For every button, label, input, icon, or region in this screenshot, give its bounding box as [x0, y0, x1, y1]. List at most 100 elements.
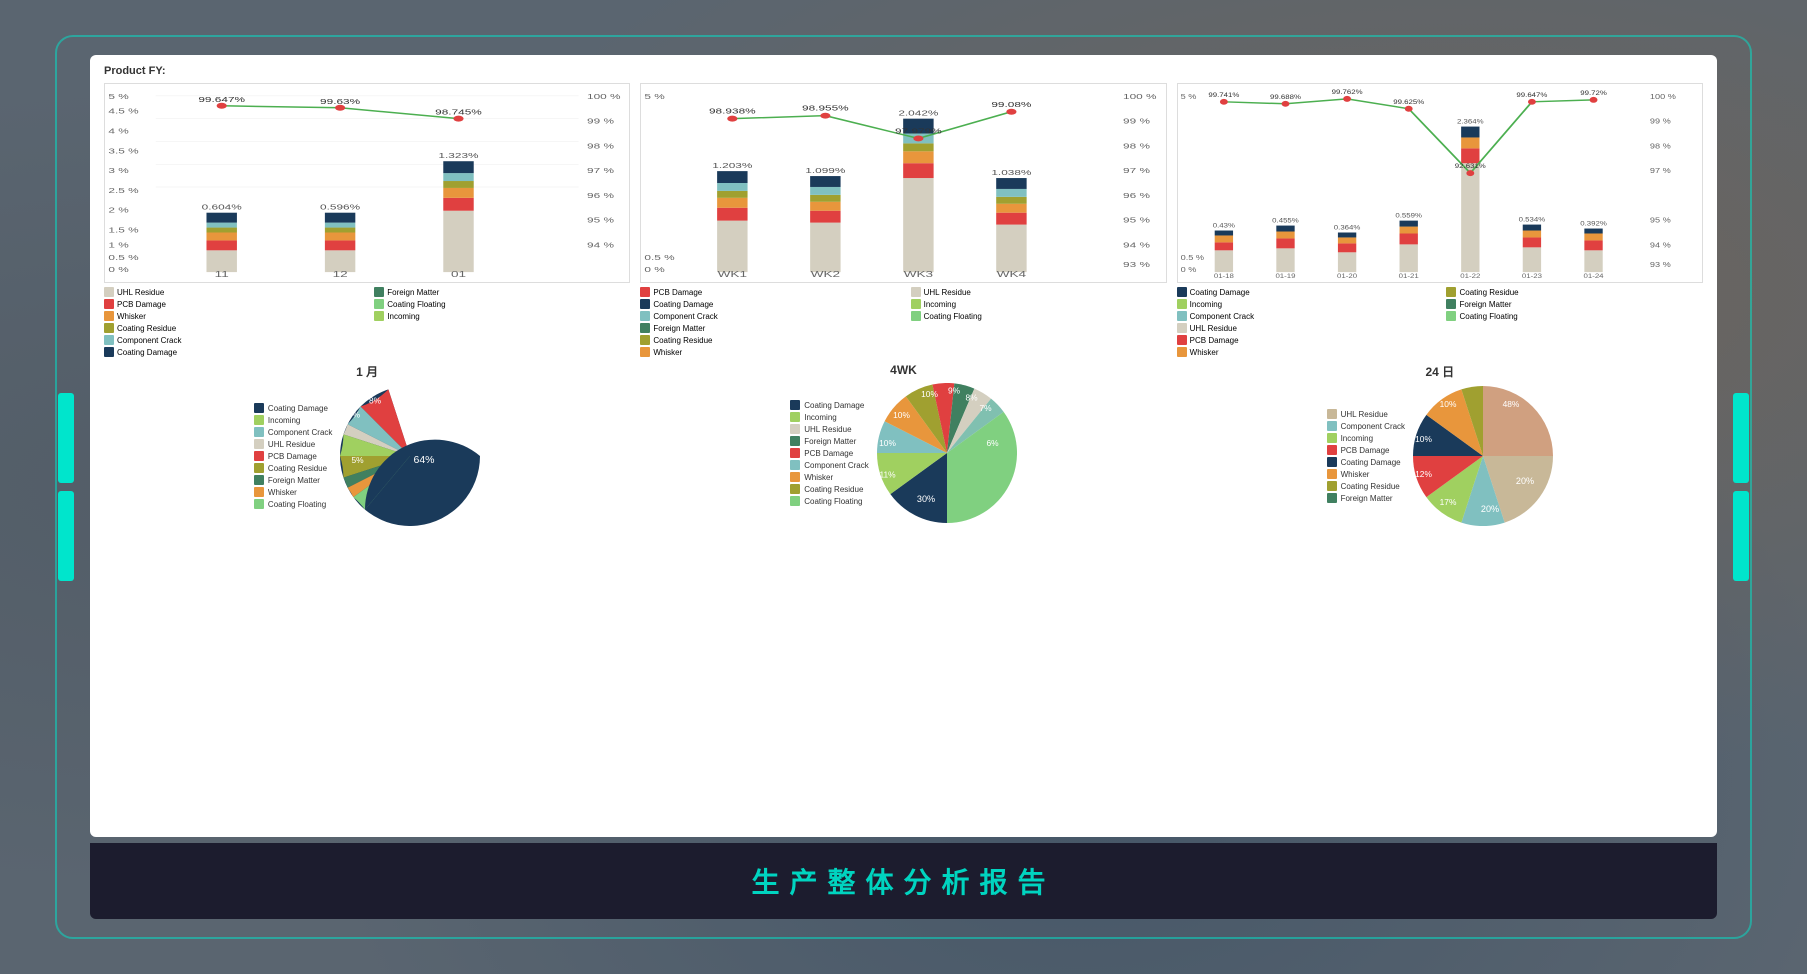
svg-text:1.203%: 1.203%	[713, 162, 754, 170]
legend-incoming-weekly: Incoming	[911, 299, 1167, 309]
svg-text:10%: 10%	[879, 438, 896, 448]
legend-color	[911, 311, 921, 321]
legend-label: Coating Damage	[117, 348, 177, 357]
legend-color	[1446, 311, 1456, 321]
svg-text:98 %: 98 %	[1650, 142, 1671, 150]
pie-legend-label: UHL Residue	[268, 440, 315, 449]
svg-text:2.5 %: 2.5 %	[108, 187, 139, 195]
svg-text:20%: 20%	[1481, 504, 1499, 514]
weekly-pie-chart: 30% 11% 10% 10% 10% 9% 8% 7% 6%	[877, 383, 1017, 523]
pie-legend-item: Incoming	[1327, 433, 1405, 443]
legend-label: Coating Floating	[387, 300, 445, 309]
pie-legend-color	[790, 412, 800, 422]
bottom-banner-text: 生产整体分析报告	[751, 867, 1055, 898]
legend-coating-residue-monthly: Coating Residue	[104, 323, 366, 333]
svg-text:99 %: 99 %	[587, 118, 614, 126]
pie-legend-color	[1327, 421, 1337, 431]
legend-label: PCB Damage	[1190, 336, 1239, 345]
svg-text:1 %: 1 %	[108, 242, 129, 250]
legend-color	[1446, 287, 1456, 297]
pie-legend-color	[254, 403, 264, 413]
legend-coating-damage-monthly: Coating Damage	[104, 347, 366, 357]
svg-text:95 %: 95 %	[1123, 217, 1150, 225]
legend-component-crack-daily: Component Crack	[1177, 311, 1439, 321]
svg-text:3.5 %: 3.5 %	[108, 148, 139, 156]
pie-legend-item: Whisker	[790, 472, 868, 482]
page-root: Product FY: 5 % 4.5 % 4 % 3.5 % 3 % 2.5 …	[0, 0, 1807, 974]
svg-text:1.5 %: 1.5 %	[108, 227, 139, 235]
svg-text:1.099%: 1.099%	[806, 167, 847, 175]
svg-text:10%: 10%	[921, 389, 938, 399]
pie-legend-label: Component Crack	[268, 428, 332, 437]
svg-text:11: 11	[215, 271, 229, 280]
pie-legend-item: UHL Residue	[790, 424, 868, 434]
pie-legend-color	[790, 448, 800, 458]
daily-pie-title: 24 日	[1425, 363, 1454, 380]
pie-legend-item: PCB Damage	[790, 448, 868, 458]
pie-legend-color	[1327, 433, 1337, 443]
svg-text:9%: 9%	[948, 386, 961, 396]
legend-color	[1177, 287, 1187, 297]
svg-text:4.5 %: 4.5 %	[108, 108, 139, 116]
pie-legend-item: Component Crack	[254, 427, 332, 437]
pie-legend-color	[1327, 481, 1337, 491]
legend-incoming-monthly: Incoming	[374, 311, 630, 321]
pie-legend-color	[1327, 457, 1337, 467]
legend-label: Coating Damage	[653, 300, 713, 309]
svg-text:99.647%: 99.647%	[198, 96, 245, 104]
pie-legend-color	[254, 463, 264, 473]
legend-coating-residue-daily: Coating Residue	[1446, 287, 1703, 297]
pie-legend-label: Foreign Matter	[804, 437, 856, 446]
legend-label: Whisker	[117, 312, 146, 321]
legend-label: UHL Residue	[1190, 324, 1237, 333]
svg-text:0.559%: 0.559%	[1395, 213, 1422, 219]
pie-legend-color	[790, 460, 800, 470]
monthly-pie-chart: 64% 8% 7% 5%	[340, 386, 480, 526]
legend-uhl-residue-monthly: UHL Residue	[104, 287, 366, 297]
svg-text:99.688%: 99.688%	[1270, 95, 1301, 101]
pie-legend-label: PCB Damage	[268, 452, 317, 461]
svg-text:01-20: 01-20	[1337, 274, 1357, 280]
pie-legend-label: Coating Residue	[1341, 482, 1400, 491]
pie-legend-label: Coating Damage	[1341, 458, 1401, 467]
bottom-banner: 生产整体分析报告	[90, 843, 1717, 919]
svg-text:0.455%: 0.455%	[1272, 218, 1299, 224]
legend-color	[104, 299, 114, 309]
svg-text:7%: 7%	[348, 410, 361, 420]
weekly-chart: 5 % 0.5 % 0 % 100 % 99 % 98 % 97 % 96 % …	[640, 83, 1166, 283]
pie-legend-item: PCB Damage	[1327, 445, 1405, 455]
pie-legend-item: Coating Floating	[254, 499, 332, 509]
pie-legend-item: Whisker	[254, 487, 332, 497]
legend-coating-floating-weekly: Coating Floating	[911, 311, 1167, 321]
svg-text:97 %: 97 %	[1650, 167, 1671, 175]
pie-legend-color	[1327, 493, 1337, 503]
legend-color	[104, 311, 114, 321]
legend-uhl-residue-weekly: UHL Residue	[911, 287, 1167, 297]
legend-coating-damage-daily: Coating Damage	[1177, 287, 1439, 297]
svg-text:20%: 20%	[1516, 476, 1534, 486]
svg-text:0.604%: 0.604%	[202, 204, 243, 212]
svg-text:WK3: WK3	[904, 271, 933, 280]
pie-legend-label: PCB Damage	[804, 449, 853, 458]
legend-coating-residue-weekly: Coating Residue	[640, 335, 902, 345]
pie-legend-item: Foreign Matter	[254, 475, 332, 485]
legend-label: Component Crack	[117, 336, 181, 345]
svg-text:94 %: 94 %	[1650, 241, 1671, 249]
pie-legend-color	[254, 427, 264, 437]
pie-legend-label: Coating Residue	[268, 464, 327, 473]
pie-legend-label: Component Crack	[804, 461, 868, 470]
monthly-chart: 5 % 4.5 % 4 % 3.5 % 3 % 2.5 % 2 % 1.5 % …	[104, 83, 630, 283]
pie-legend-color	[254, 451, 264, 461]
legend-component-crack-weekly: Component Crack	[640, 311, 902, 321]
svg-text:99.63%: 99.63%	[320, 98, 361, 106]
legend-color	[640, 335, 650, 345]
legend-pcb-damage-monthly: PCB Damage	[104, 299, 366, 309]
svg-text:5 %: 5 %	[108, 93, 129, 101]
legend-color	[1177, 299, 1187, 309]
legend-color	[640, 299, 650, 309]
pie-legend-color	[790, 424, 800, 434]
svg-text:98 %: 98 %	[1123, 143, 1150, 151]
svg-text:92.631%: 92.631%	[1454, 164, 1485, 170]
svg-text:0.534%: 0.534%	[1518, 217, 1545, 223]
product-fy-label: Product FY:	[104, 65, 1703, 77]
